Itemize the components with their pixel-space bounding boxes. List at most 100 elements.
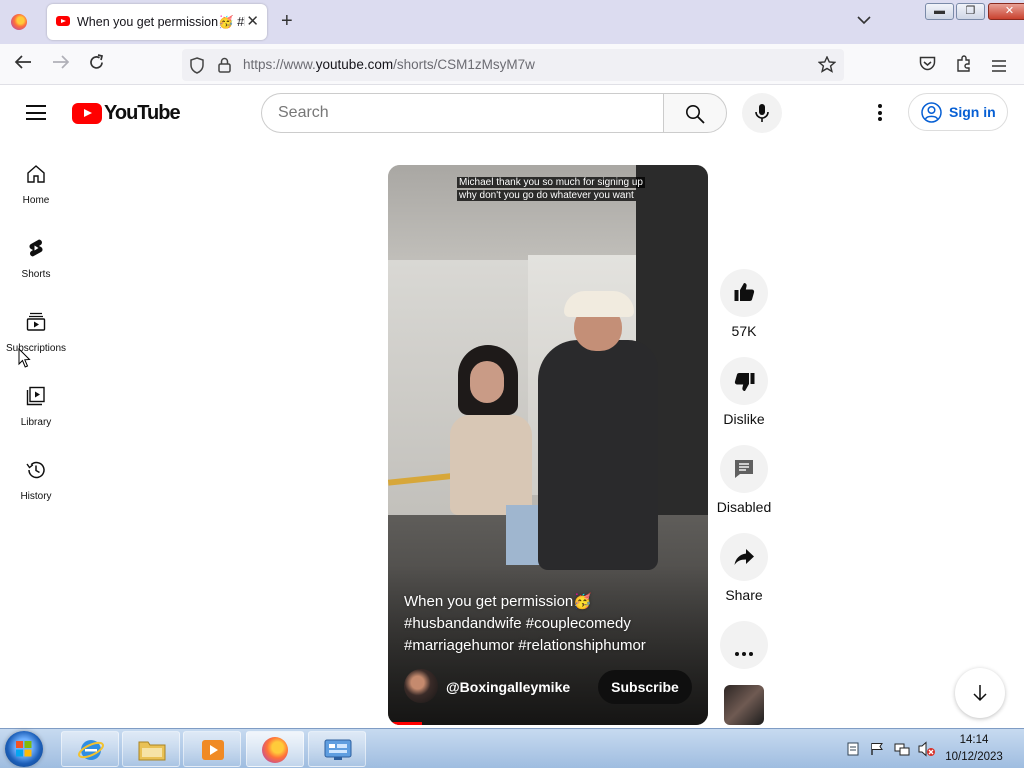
video-man-shirt [538,340,658,570]
browser-tab-strip: When you get permission🥳 #husbandandwife… [0,0,1024,44]
browser-nav-bar: https://www.youtube.com/shorts/CSM1zMsyM… [0,44,1024,85]
sidebar-item-home[interactable]: Home [0,164,72,238]
more-actions-button[interactable] [720,621,768,669]
search-icon [685,104,705,129]
guide-menu-icon[interactable] [26,105,46,120]
sidebar-item-label: Library [20,417,52,428]
channel-avatar[interactable] [404,669,438,703]
channel-name[interactable]: @Boxingalleymike [446,679,570,695]
search-input[interactable] [278,104,638,122]
new-tab-icon[interactable]: + [281,10,293,33]
taskbar-media-player[interactable] [183,731,241,767]
clock-date[interactable]: 10/12/2023 [940,751,1008,763]
internet-explorer-icon [78,737,104,768]
tracking-protection-shield-icon[interactable] [189,57,205,79]
firefox-menu-icon[interactable] [11,14,27,30]
mouse-cursor-icon [18,347,31,374]
like-count: 57K [731,323,757,339]
comments-disabled-label: Disabled [716,499,772,515]
next-short-button[interactable] [955,668,1005,718]
taskbar-control-panel[interactable] [308,731,366,767]
browser-tab-active[interactable]: When you get permission🥳 #husbandandwife… [47,4,267,40]
shorts-icon [26,238,46,258]
comment-icon [734,459,754,484]
microphone-icon [755,103,769,128]
back-arrow-icon[interactable] [14,54,32,75]
caption-line: why don't you go do whatever you want [457,190,636,201]
tray-network-icon[interactable] [894,741,910,762]
dislike-button[interactable] [720,357,768,405]
like-button[interactable] [720,269,768,317]
clock-time[interactable]: 14:14 [946,734,1002,746]
more-horizontal-icon [735,643,753,661]
forward-arrow-icon[interactable] [52,54,70,75]
sidebar-item-label: History [20,491,52,502]
settings-more-icon[interactable] [878,104,882,124]
list-all-tabs-chevron-icon[interactable] [857,12,871,28]
firefox-icon [262,737,288,763]
history-icon [26,460,46,480]
caption-line: Michael thank you so much for signing up [457,177,645,188]
taskbar-internet-explorer[interactable] [61,731,119,767]
url-text: https://www.youtube.com/shorts/CSM1zMsyM… [243,57,535,72]
youtube-logo-text[interactable]: YouTube [104,102,181,125]
bookmark-star-icon[interactable] [817,55,837,78]
subscribe-button[interactable]: Subscribe [598,670,692,704]
account-circle-icon [921,102,942,128]
window-close-button[interactable]: ✕ [988,3,1024,20]
sidebar-item-library[interactable]: Library [0,386,72,460]
taskbar-file-explorer[interactable] [122,731,180,767]
share-button[interactable] [720,533,768,581]
padlock-icon[interactable] [218,57,231,78]
video-burned-caption: Michael thank you so much for signing up… [457,176,657,202]
tab-title: When you get permission🥳 #husbandandwife… [77,15,245,29]
url-bar[interactable]: https://www.youtube.com/shorts/CSM1zMsyM… [182,49,844,81]
sidebar-item-label: Home [22,195,50,206]
thumbs-up-icon [734,282,755,307]
sidebar-item-shorts[interactable]: Shorts [0,238,72,312]
share-arrow-icon [734,548,755,571]
sidebar-item-label: Subscriptions [5,343,67,354]
home-icon [26,164,46,184]
library-icon [26,386,46,406]
tab-close-icon[interactable]: ✕ [246,12,259,30]
tray-volume-muted-icon[interactable] [918,741,936,762]
thumbs-down-icon [734,372,755,397]
extensions-puzzle-icon[interactable] [956,55,972,77]
audio-source-thumbnail[interactable] [724,685,764,725]
folder-icon [138,738,166,767]
video-woman-face [470,361,504,403]
taskbar-firefox[interactable] [246,731,304,767]
reload-icon[interactable] [88,54,105,76]
search-button[interactable] [663,93,727,133]
subscriptions-icon [26,312,46,332]
youtube-favicon-icon [56,16,70,26]
video-man-cap [564,291,634,317]
youtube-logo-icon[interactable] [72,103,102,124]
start-button[interactable] [5,731,43,767]
windows-logo-icon [16,741,32,762]
sidebar-item-history[interactable]: History [0,460,72,534]
arrow-down-icon [972,684,988,707]
sign-in-button[interactable]: Sign in [908,93,1008,131]
video-woman-top [450,415,532,515]
control-panel-icon [324,739,352,766]
youtube-masthead: YouTube Sign in [0,85,1024,141]
app-menu-hamburger-icon[interactable] [992,57,1006,77]
window-restore-button[interactable]: ❐ [956,3,985,20]
video-progress-bar[interactable] [388,722,422,725]
pocket-icon[interactable] [919,56,936,76]
tray-document-icon[interactable] [847,742,859,761]
window-minimize-button[interactable]: ▬ [925,3,954,20]
short-title[interactable]: When you get permission🥳 #husbandandwife… [404,591,694,657]
voice-search-button[interactable] [742,93,782,133]
sidebar-item-subscriptions[interactable]: Subscriptions [0,312,72,386]
media-player-icon [201,738,225,767]
dislike-label: Dislike [723,411,765,427]
share-label: Share [725,587,763,603]
windows-taskbar: 14:14 10/12/2023 [0,728,1024,768]
sign-in-label: Sign in [949,104,996,120]
comments-button[interactable] [720,445,768,493]
search-box [261,93,664,133]
tray-action-center-flag-icon[interactable] [870,742,884,761]
